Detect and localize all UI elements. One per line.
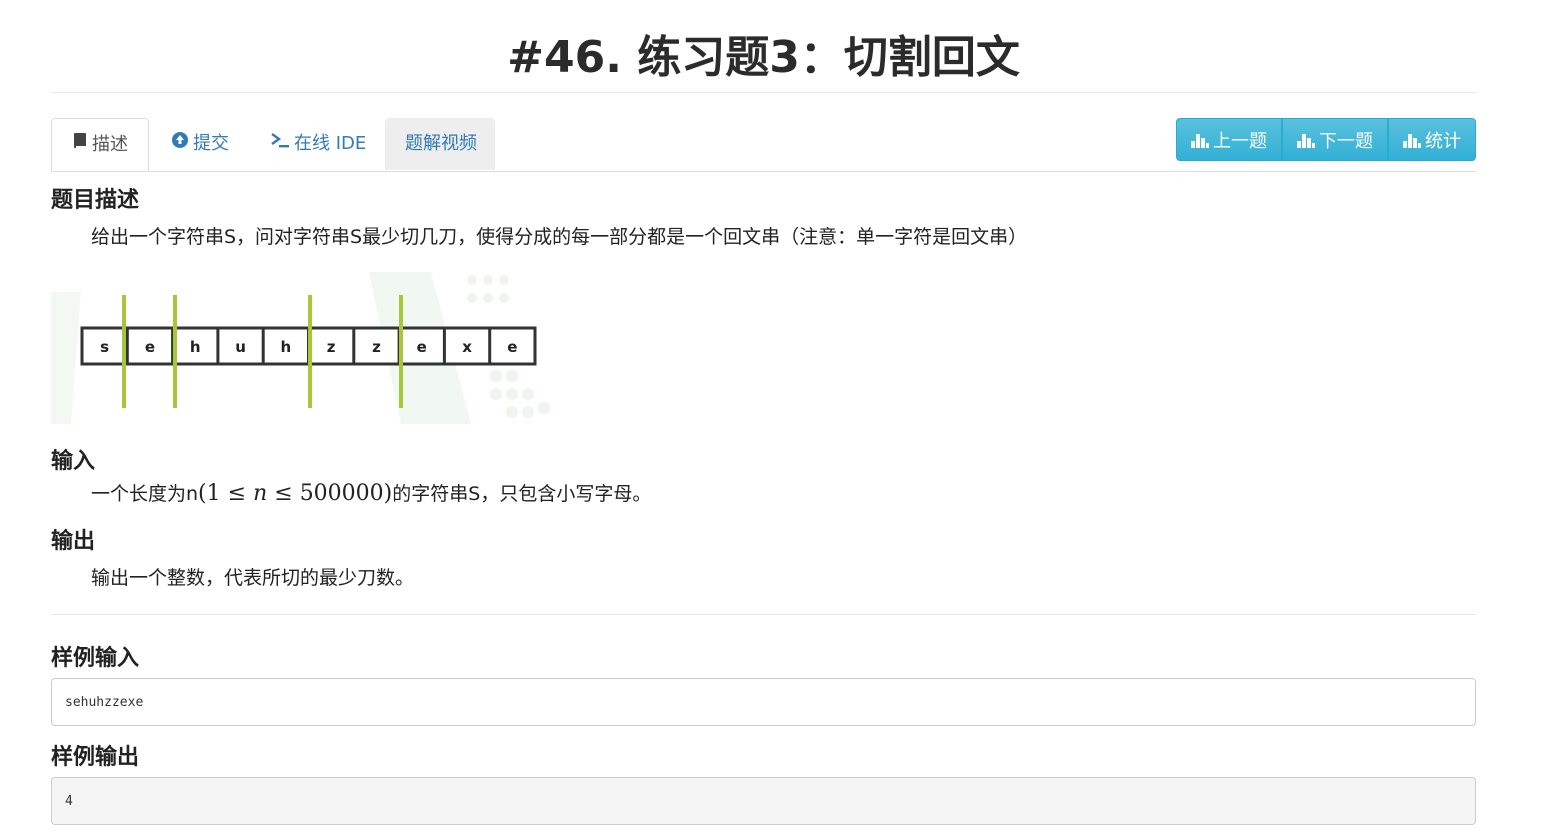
description-heading: 题目描述	[51, 188, 140, 213]
upload-circle-icon	[171, 118, 189, 170]
section-divider	[51, 614, 1476, 615]
input-heading: 输入	[51, 449, 96, 474]
statistics-label: 统计	[1425, 130, 1461, 152]
letter-cell: e	[417, 338, 427, 356]
problem-nav-buttons: 上一题 下一题 统计	[1176, 118, 1476, 161]
letter-cell: e	[507, 338, 517, 356]
input-text-after: 的字符串S，只包含小写字母。	[392, 483, 652, 505]
letter-cell: u	[235, 338, 246, 356]
input-constraint-math: (1 ≤ n ≤ 500000)	[198, 481, 392, 506]
bar-chart-icon	[1403, 132, 1421, 148]
tab-description[interactable]: 描述	[51, 118, 149, 171]
letter-cell: h	[281, 338, 292, 356]
sample-output-heading: 样例输出	[51, 745, 140, 770]
cut-diagram: sehuhzzexe	[51, 272, 551, 424]
terminal-icon	[270, 118, 290, 170]
sample-input-heading: 样例输入	[51, 646, 140, 671]
statistics-button[interactable]: 统计	[1388, 118, 1476, 161]
prev-problem-label: 上一题	[1213, 130, 1267, 152]
letter-cell: e	[145, 338, 155, 356]
bar-chart-icon	[1297, 132, 1315, 148]
tab-online-ide-label: 在线 IDE	[294, 133, 367, 154]
math-open-paren: (	[198, 481, 207, 506]
tab-online-ide[interactable]: 在线 IDE	[250, 118, 386, 170]
book-icon	[72, 119, 88, 171]
title-divider	[51, 92, 1476, 93]
output-heading: 输出	[51, 529, 96, 554]
math-n: n	[253, 481, 268, 506]
input-text: 一个长度为n(1 ≤ n ≤ 500000)的字符串S，只包含小写字母。	[91, 479, 651, 506]
tab-submit-label: 提交	[193, 133, 229, 154]
prev-problem-button[interactable]: 上一题	[1176, 118, 1282, 161]
tab-solution-video-label: 题解视频	[405, 133, 477, 154]
math-le-1: ≤	[227, 481, 247, 506]
sample-input-box[interactable]: sehuhzzexe	[51, 678, 1476, 726]
math-close-paren: )	[383, 481, 393, 506]
tab-submit[interactable]: 提交	[151, 118, 249, 170]
description-text: 给出一个字符串S，问对字符串S最少切几刀，使得分成的每一部分都是一个回文串（注意…	[91, 226, 1028, 248]
next-problem-label: 下一题	[1319, 130, 1373, 152]
math-one: 1	[206, 481, 221, 506]
tab-description-label: 描述	[92, 134, 128, 155]
letter-cell: z	[372, 338, 381, 356]
bar-chart-icon	[1191, 132, 1209, 148]
letter-cell: z	[327, 338, 336, 356]
letter-cell: x	[462, 338, 472, 356]
cut-diagram-image: sehuhzzexe	[51, 272, 550, 424]
output-text: 输出一个整数，代表所切的最少刀数。	[91, 567, 415, 589]
input-text-before: 一个长度为n	[91, 483, 199, 505]
problem-page: #46. 练习题3：切割回文 描述 提交 在线 IDE 题解视频 上一题 下一题…	[51, 0, 1476, 834]
next-problem-button[interactable]: 下一题	[1282, 118, 1388, 161]
letter-cell: h	[190, 338, 201, 356]
tab-solution-video[interactable]: 题解视频	[385, 118, 495, 170]
page-title: #46. 练习题3：切割回文	[507, 32, 1020, 83]
letter-cell: s	[100, 338, 109, 356]
math-max: 500000	[299, 481, 384, 506]
sample-output-box[interactable]: 4	[51, 777, 1476, 825]
math-le-2: ≤	[274, 481, 293, 506]
